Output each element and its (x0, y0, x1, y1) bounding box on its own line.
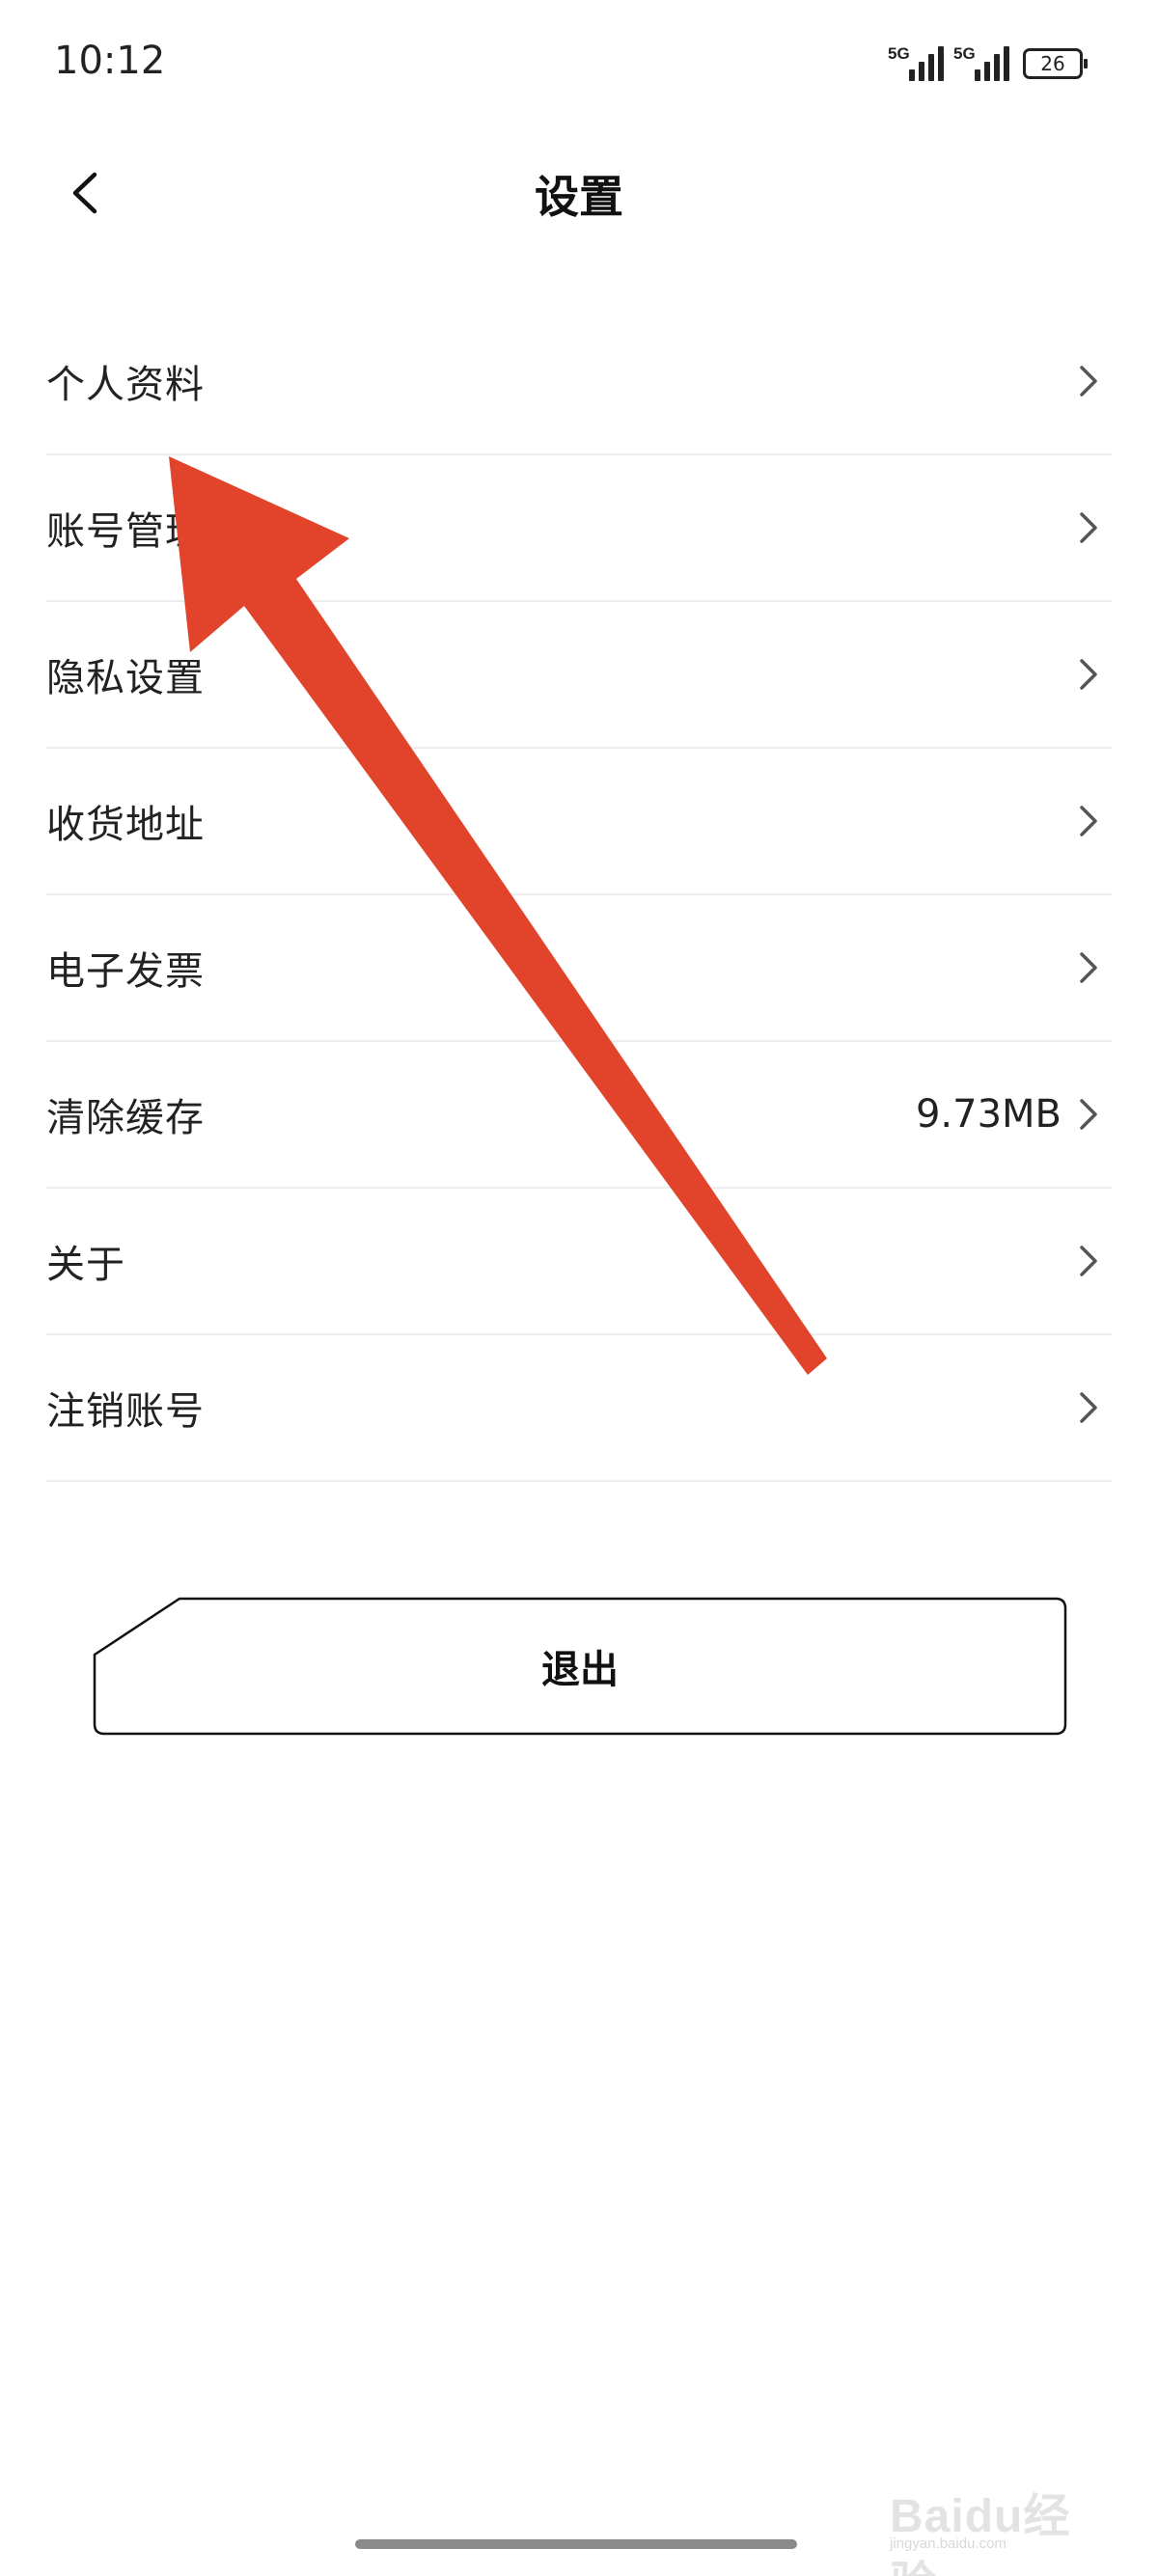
settings-item-label: 收货地址 (46, 803, 205, 847)
settings-item-delete-account[interactable]: 注销账号 (46, 1335, 1112, 1482)
cache-size-value: 9.73MB (915, 1092, 1062, 1137)
settings-item-clear-cache[interactable]: 清除缓存 9.73MB (46, 1042, 1112, 1189)
logout-label: 退出 (541, 1648, 619, 1692)
settings-item-label: 个人资料 (46, 363, 205, 407)
watermark-url: jingyan.baidu.com (890, 2535, 1006, 2552)
settings-screen: 10:12 5G 5G 26 设置 个人资料 账号管理 隐私设置 收货地址 电子… (0, 0, 1158, 2576)
settings-item-account[interactable]: 账号管理 (46, 455, 1112, 602)
battery-level: 26 (1040, 52, 1065, 75)
home-indicator[interactable] (355, 2539, 797, 2549)
chevron-right-icon (1080, 952, 1097, 983)
chevron-right-icon (1080, 512, 1097, 543)
baidu-jingyan-watermark: Baidu经验 jingyan.baidu.com (888, 2451, 1100, 2576)
page-title: 设置 (535, 171, 623, 223)
settings-item-address[interactable]: 收货地址 (46, 749, 1112, 895)
chevron-right-icon (1080, 659, 1097, 690)
chevron-right-icon (1080, 366, 1097, 397)
settings-item-label: 关于 (46, 1243, 125, 1287)
chevron-right-icon (1080, 1246, 1097, 1276)
chevron-right-icon (1080, 1099, 1097, 1130)
settings-item-label: 隐私设置 (46, 656, 205, 700)
battery-icon: 26 (1023, 48, 1088, 79)
logout-button[interactable]: 退出 (93, 1597, 1067, 1736)
settings-item-label: 注销账号 (46, 1389, 205, 1434)
settings-list: 个人资料 账号管理 隐私设置 收货地址 电子发票 清除缓存 9.73MB 关于 … (46, 309, 1112, 1482)
settings-item-label: 账号管理 (46, 509, 205, 554)
watermark-text: Baidu经验 (890, 2491, 1071, 2576)
settings-item-about[interactable]: 关于 (46, 1189, 1112, 1335)
settings-item-profile[interactable]: 个人资料 (46, 309, 1112, 455)
settings-item-privacy[interactable]: 隐私设置 (46, 602, 1112, 749)
signal-2-icon: 5G (953, 44, 1011, 81)
chevron-right-icon (1080, 1392, 1097, 1423)
network-type-label: 5G (953, 44, 976, 63)
status-bar: 10:12 5G 5G 26 (0, 0, 1158, 125)
chevron-right-icon (1080, 806, 1097, 836)
settings-item-invoice[interactable]: 电子发票 (46, 895, 1112, 1042)
status-time: 10:12 (54, 39, 166, 83)
network-type-label: 5G (888, 44, 910, 63)
header: 设置 (0, 125, 1158, 260)
settings-item-label: 电子发票 (46, 949, 205, 994)
signal-1-icon: 5G (888, 44, 946, 81)
settings-item-label: 清除缓存 (46, 1096, 205, 1140)
